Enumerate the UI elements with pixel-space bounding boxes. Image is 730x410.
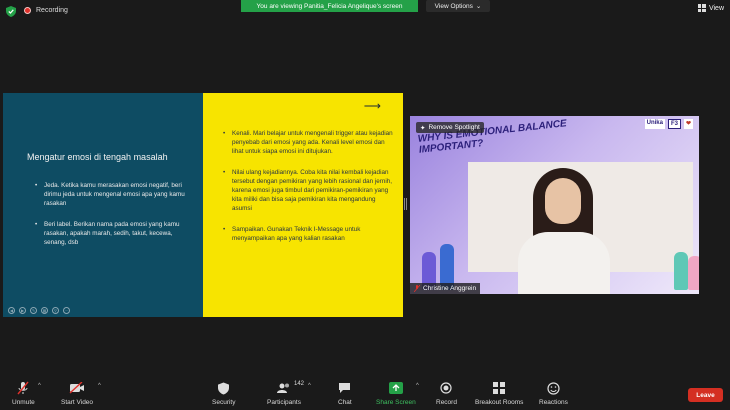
reactions-button[interactable]: Reactions	[539, 381, 568, 406]
start-video-label: Start Video	[61, 399, 94, 406]
viewing-screen-banner: You are viewing Panitia_Felicia Angeliqu…	[241, 0, 418, 12]
record-label: Record	[436, 399, 457, 406]
zoom-icon[interactable]: ⚲	[52, 307, 59, 314]
slide-bullet: • Jeda. Ketika kamu merasakan emosi negat…	[35, 182, 185, 207]
view-options-label: View Options	[434, 2, 473, 10]
shared-screen-slide: Mengatur emosi di tengah masalah • Jeda. …	[3, 93, 403, 317]
chevron-down-icon: ⌄	[475, 3, 482, 10]
share-screen-button[interactable]: Share Screen	[376, 381, 416, 406]
mic-muted-icon	[414, 285, 420, 292]
illustration-figure	[688, 256, 699, 290]
share-screen-icon	[388, 381, 403, 395]
participants-label: Participants	[267, 399, 301, 406]
start-video-button[interactable]: Start Video	[61, 381, 93, 406]
meeting-toolbar: Unmute ^ Start Video ^ Security 142 Part…	[0, 375, 730, 410]
share-screen-label: Share Screen	[376, 399, 416, 406]
breakout-rooms-button[interactable]: Breakout Rooms	[475, 381, 523, 406]
slide-bullet: • Kenali. Mari belajar untuk mengenali tr…	[223, 130, 393, 155]
participant-body	[518, 232, 610, 294]
participant-face	[545, 178, 581, 224]
spotlight-video-tile[interactable]: WHY IS EMOTIONAL BALANCE IMPORTANT? Unik…	[410, 116, 699, 294]
record-icon	[440, 381, 453, 395]
view-label: View	[708, 4, 724, 12]
recording-indicator[interactable]: Recording	[24, 7, 68, 14]
slide-bullet: • Beri label. Berikan nama pada emosi yan…	[35, 221, 180, 246]
unmute-button[interactable]: Unmute	[12, 381, 35, 406]
next-slide-icon[interactable]: ▶	[19, 307, 26, 314]
slide-title: Mengatur emosi di tengah masalah	[27, 152, 168, 162]
leave-button[interactable]: Leave	[688, 388, 723, 402]
mic-muted-icon	[17, 381, 29, 395]
logo: F3	[667, 119, 681, 129]
chat-bubble-icon	[338, 381, 351, 395]
security-button[interactable]: Security	[212, 381, 235, 406]
video-off-icon	[69, 381, 85, 395]
previous-slide-icon[interactable]: ◀	[8, 307, 15, 314]
share-options-caret-icon[interactable]: ^	[416, 383, 419, 389]
shield-icon	[218, 381, 230, 395]
more-options-icon[interactable]: ⋯	[63, 307, 70, 314]
logo: ❤	[683, 119, 693, 129]
participants-icon	[276, 381, 292, 395]
grid-view-icon	[697, 4, 706, 12]
slide-bullet: • Nilai ulang kejadiannya. Coba kita nila…	[223, 169, 392, 212]
reactions-label: Reactions	[539, 399, 568, 406]
panel-resize-handle[interactable]	[404, 198, 407, 210]
participant-name-tag: Christine Anggrein	[410, 283, 481, 294]
view-options-button[interactable]: View Options ⌄	[426, 0, 490, 12]
slide-left-panel: Mengatur emosi di tengah masalah • Jeda. …	[3, 93, 203, 317]
breakout-rooms-icon	[493, 381, 506, 395]
participants-button[interactable]: 142 Participants	[267, 381, 305, 406]
slide-bullet: • Sampaikan. Gunakan Teknik I-Message unt…	[223, 226, 361, 242]
breakout-rooms-label: Breakout Rooms	[475, 399, 524, 406]
unmute-label: Unmute	[12, 399, 35, 406]
recording-label: Recording	[36, 7, 68, 14]
smiley-icon	[547, 381, 560, 395]
logo: Unika	[644, 119, 665, 129]
pen-icon[interactable]: ✎	[30, 307, 37, 314]
arrow-right-icon: ⟶	[363, 99, 381, 113]
participants-count: 142	[294, 381, 305, 387]
recording-dot-icon	[24, 7, 31, 14]
chat-label: Chat	[338, 399, 352, 406]
illustration-figure	[674, 252, 688, 290]
remove-spotlight-button[interactable]: ✦ Remove Spotlight	[416, 122, 484, 133]
record-button[interactable]: Record	[436, 381, 457, 406]
security-label: Security	[212, 399, 236, 406]
video-options-caret-icon[interactable]: ^	[98, 383, 101, 389]
security-shield-icon	[6, 6, 16, 17]
view-button[interactable]: View	[697, 4, 724, 12]
spotlight-icon: ✦	[420, 124, 426, 132]
participants-caret-icon[interactable]: ^	[308, 383, 311, 389]
chat-button[interactable]: Chat	[338, 381, 352, 406]
remove-spotlight-label: Remove Spotlight	[428, 124, 480, 131]
sponsor-logos: Unika F3 ❤	[644, 119, 693, 129]
slides-grid-icon[interactable]: ▦	[41, 307, 48, 314]
participant-name: Christine Anggrein	[423, 285, 477, 292]
slide-right-panel: ⟶ • Kenali. Mari belajar untuk mengenali …	[203, 93, 403, 317]
audio-options-caret-icon[interactable]: ^	[38, 383, 41, 389]
slide-show-toolbar[interactable]: ◀ ▶ ✎ ▦ ⚲ ⋯	[8, 307, 70, 314]
